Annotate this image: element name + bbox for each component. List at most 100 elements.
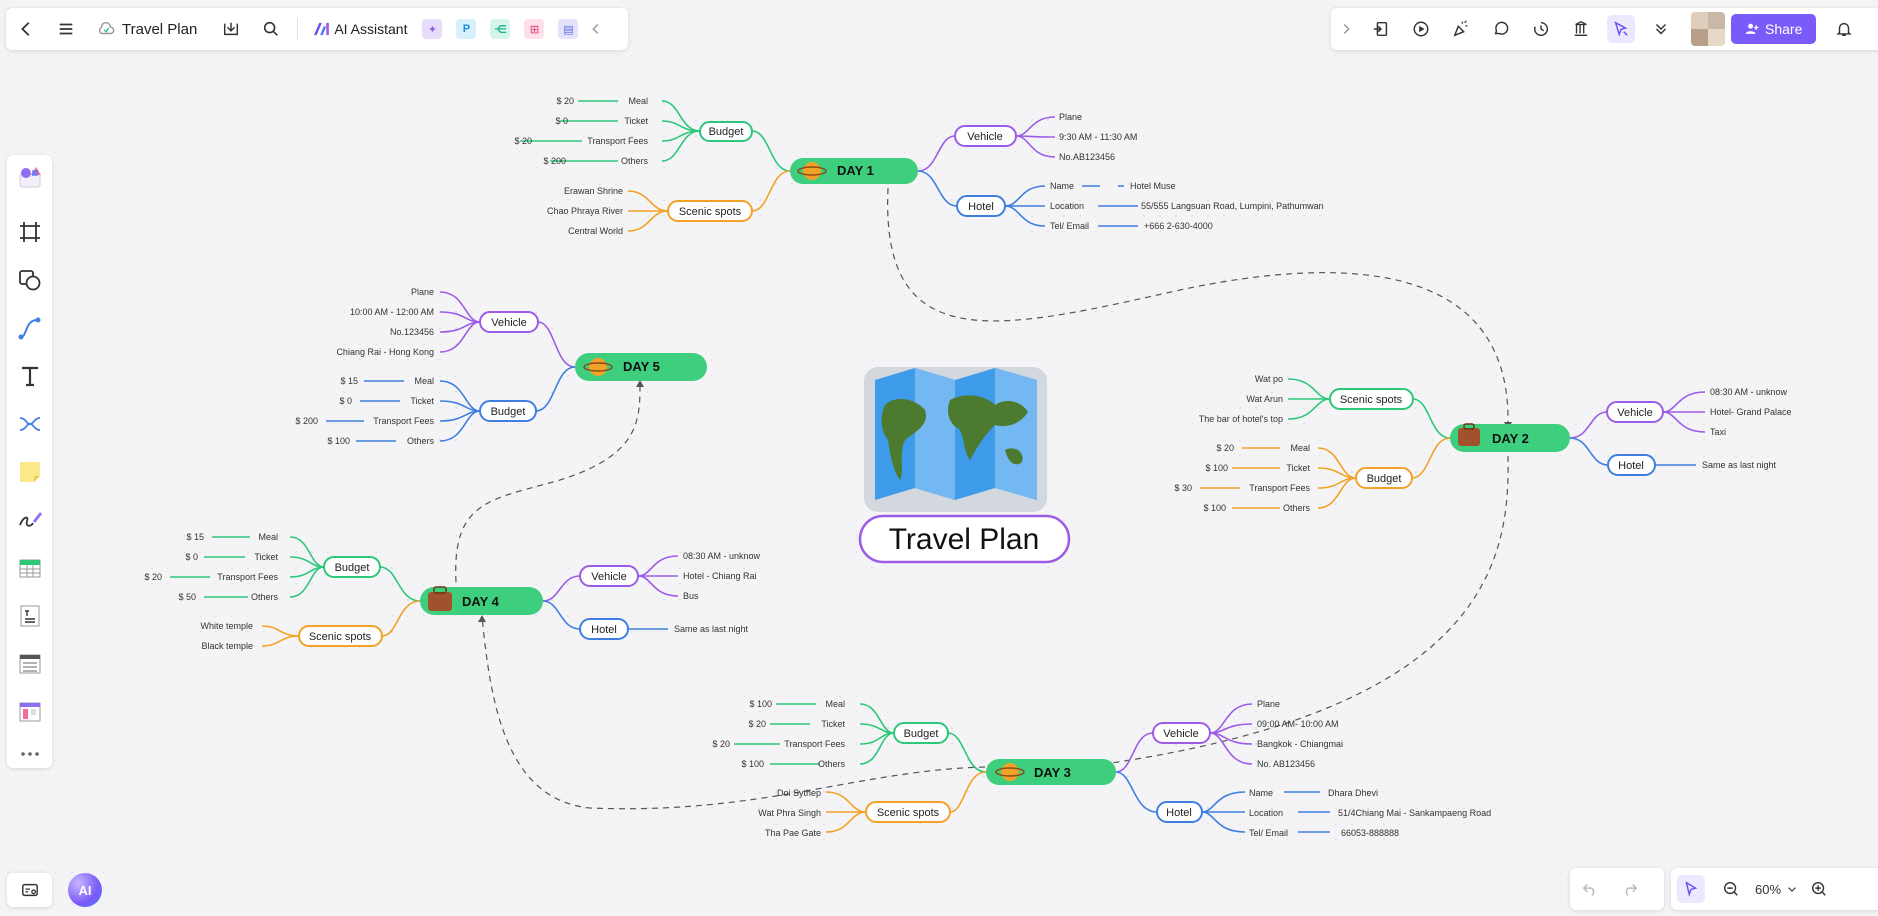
day1-scenic-label: Scenic spots [679, 206, 742, 218]
templates-tool[interactable] [16, 163, 43, 190]
comment-button[interactable] [1487, 15, 1515, 43]
leaf: $ 20 [748, 719, 766, 729]
history-button[interactable] [1527, 15, 1555, 43]
ai-assistant-button[interactable]: AI Assistant [312, 21, 407, 37]
pen-tool[interactable] [16, 506, 43, 533]
day5-leaves: Plane 10:00 AM - 12:00 AM No.123456 Chia… [295, 287, 434, 446]
arrow-day4 [478, 615, 486, 622]
text-tool[interactable] [16, 362, 43, 389]
shapes-library-icon [19, 166, 41, 187]
center-title: Travel Plan [889, 523, 1040, 556]
collapse-toolbar-button[interactable] [587, 15, 605, 43]
zoom-level[interactable]: 60% [1755, 882, 1781, 897]
leaf: Tel/ Email [1249, 828, 1288, 838]
add-user-icon [1745, 23, 1759, 34]
leaf: Taxi [1710, 427, 1726, 437]
ai-assistant-bubble[interactable]: AI [68, 873, 102, 907]
mindmap-tool[interactable] [16, 410, 43, 437]
back-button[interactable] [12, 15, 40, 43]
templates-button[interactable] [1567, 15, 1595, 43]
day2-hotel-label: Hotel [1618, 460, 1644, 472]
leaf: Plane [1059, 112, 1082, 122]
leaf: $ 100 [749, 699, 772, 709]
undo-icon [1582, 883, 1595, 896]
leaf: $ 100 [1205, 463, 1228, 473]
leaf: Wat Phra Singh [758, 808, 821, 818]
leaf: Black temple [201, 641, 253, 651]
list-tool[interactable] [16, 650, 43, 677]
leaf: Chiang Rai - Hong Kong [336, 347, 434, 357]
leaf: Central World [568, 226, 623, 236]
leaf: 9:30 AM - 11:30 AM [1059, 132, 1137, 142]
day3-hotel-label: Hotel [1166, 807, 1192, 819]
mindmap-canvas[interactable]: DAY 1 Budget Scenic spots Vehicle Hotel … [0, 0, 1878, 916]
leaf: Transport Fees [373, 416, 434, 426]
leaf: $ 100 [1203, 503, 1226, 513]
sticky-note-tool[interactable] [16, 458, 43, 485]
leaf: Location [1050, 201, 1084, 211]
frame-icon [19, 221, 40, 242]
zoom-out-button[interactable] [1717, 875, 1745, 903]
bell-icon [1836, 22, 1852, 37]
leaf: Transport Fees [784, 739, 845, 749]
zoom-in-button[interactable] [1805, 875, 1833, 903]
day2-scenic-label: Scenic spots [1340, 394, 1403, 406]
leaf: $ 20 [556, 96, 574, 106]
cloud-sync-icon [92, 15, 120, 43]
select-tool-button[interactable] [1677, 875, 1705, 903]
ai-ppt-button[interactable]: P [456, 19, 477, 39]
frame-tool[interactable] [16, 218, 43, 245]
search-button[interactable] [257, 15, 285, 43]
connector-tool[interactable] [16, 314, 43, 341]
shape-tool[interactable] [16, 266, 43, 293]
ai-flowchart-button[interactable]: ⊞ [524, 19, 545, 39]
leaf: Name [1249, 788, 1273, 798]
day5-budget-label: Budget [491, 406, 526, 418]
redo-button[interactable] [1616, 875, 1644, 903]
zoom-dropdown[interactable] [1785, 875, 1799, 903]
leaf: Meal [414, 376, 434, 386]
leaf: 08:30 AM - unknow [1710, 387, 1788, 397]
celebrate-button[interactable] [1447, 15, 1475, 43]
chevron-down-icon [1788, 887, 1796, 892]
file-import-icon [1373, 21, 1388, 37]
leaf: Ticket [254, 552, 278, 562]
kanban-icon [19, 702, 40, 721]
cursor-follow-button[interactable] [1607, 15, 1635, 43]
ai-chat-button[interactable]: ▤ [558, 19, 579, 39]
table-tool[interactable] [16, 554, 43, 581]
ai-image-button[interactable]: ✦ [422, 19, 443, 39]
redo-icon [1625, 883, 1638, 896]
ai-assistant-label: AI Assistant [334, 21, 408, 37]
leaf: $ 100 [327, 436, 350, 446]
leaf: Chao Phraya River [547, 206, 623, 216]
minimap-button[interactable] [7, 873, 52, 907]
ai-mindmap-button[interactable]: ⋲ [490, 19, 511, 39]
chevron-left-icon [592, 23, 599, 35]
download-button[interactable] [217, 15, 245, 43]
day3-budget-label: Budget [904, 728, 939, 740]
day2-vehicle-label: Vehicle [1617, 407, 1652, 419]
party-popper-icon [1453, 20, 1468, 37]
list-icon [19, 654, 40, 673]
more-button[interactable] [1647, 15, 1675, 43]
text-document-tool[interactable] [16, 602, 43, 629]
leaf: $ 15 [340, 376, 358, 386]
share-button[interactable]: Share [1731, 14, 1817, 44]
present-button[interactable] [1407, 15, 1435, 43]
leaf: Meal [825, 699, 845, 709]
connector-day3-day4 [481, 615, 986, 810]
expand-toolbar-button[interactable] [1337, 15, 1355, 43]
document-title[interactable]: Travel Plan [122, 21, 197, 38]
connector-icon [18, 317, 40, 339]
avatar[interactable] [1691, 12, 1725, 46]
notifications-button[interactable] [1830, 15, 1858, 43]
leaf: $ 0 [339, 396, 352, 406]
more-tools-button[interactable] [16, 740, 43, 767]
import-button[interactable] [1367, 15, 1395, 43]
menu-button[interactable] [52, 15, 80, 43]
leaf: $ 100 [741, 759, 764, 769]
leaf: $ 15 [186, 532, 204, 542]
kanban-tool[interactable] [16, 698, 43, 725]
undo-button[interactable] [1576, 875, 1604, 903]
